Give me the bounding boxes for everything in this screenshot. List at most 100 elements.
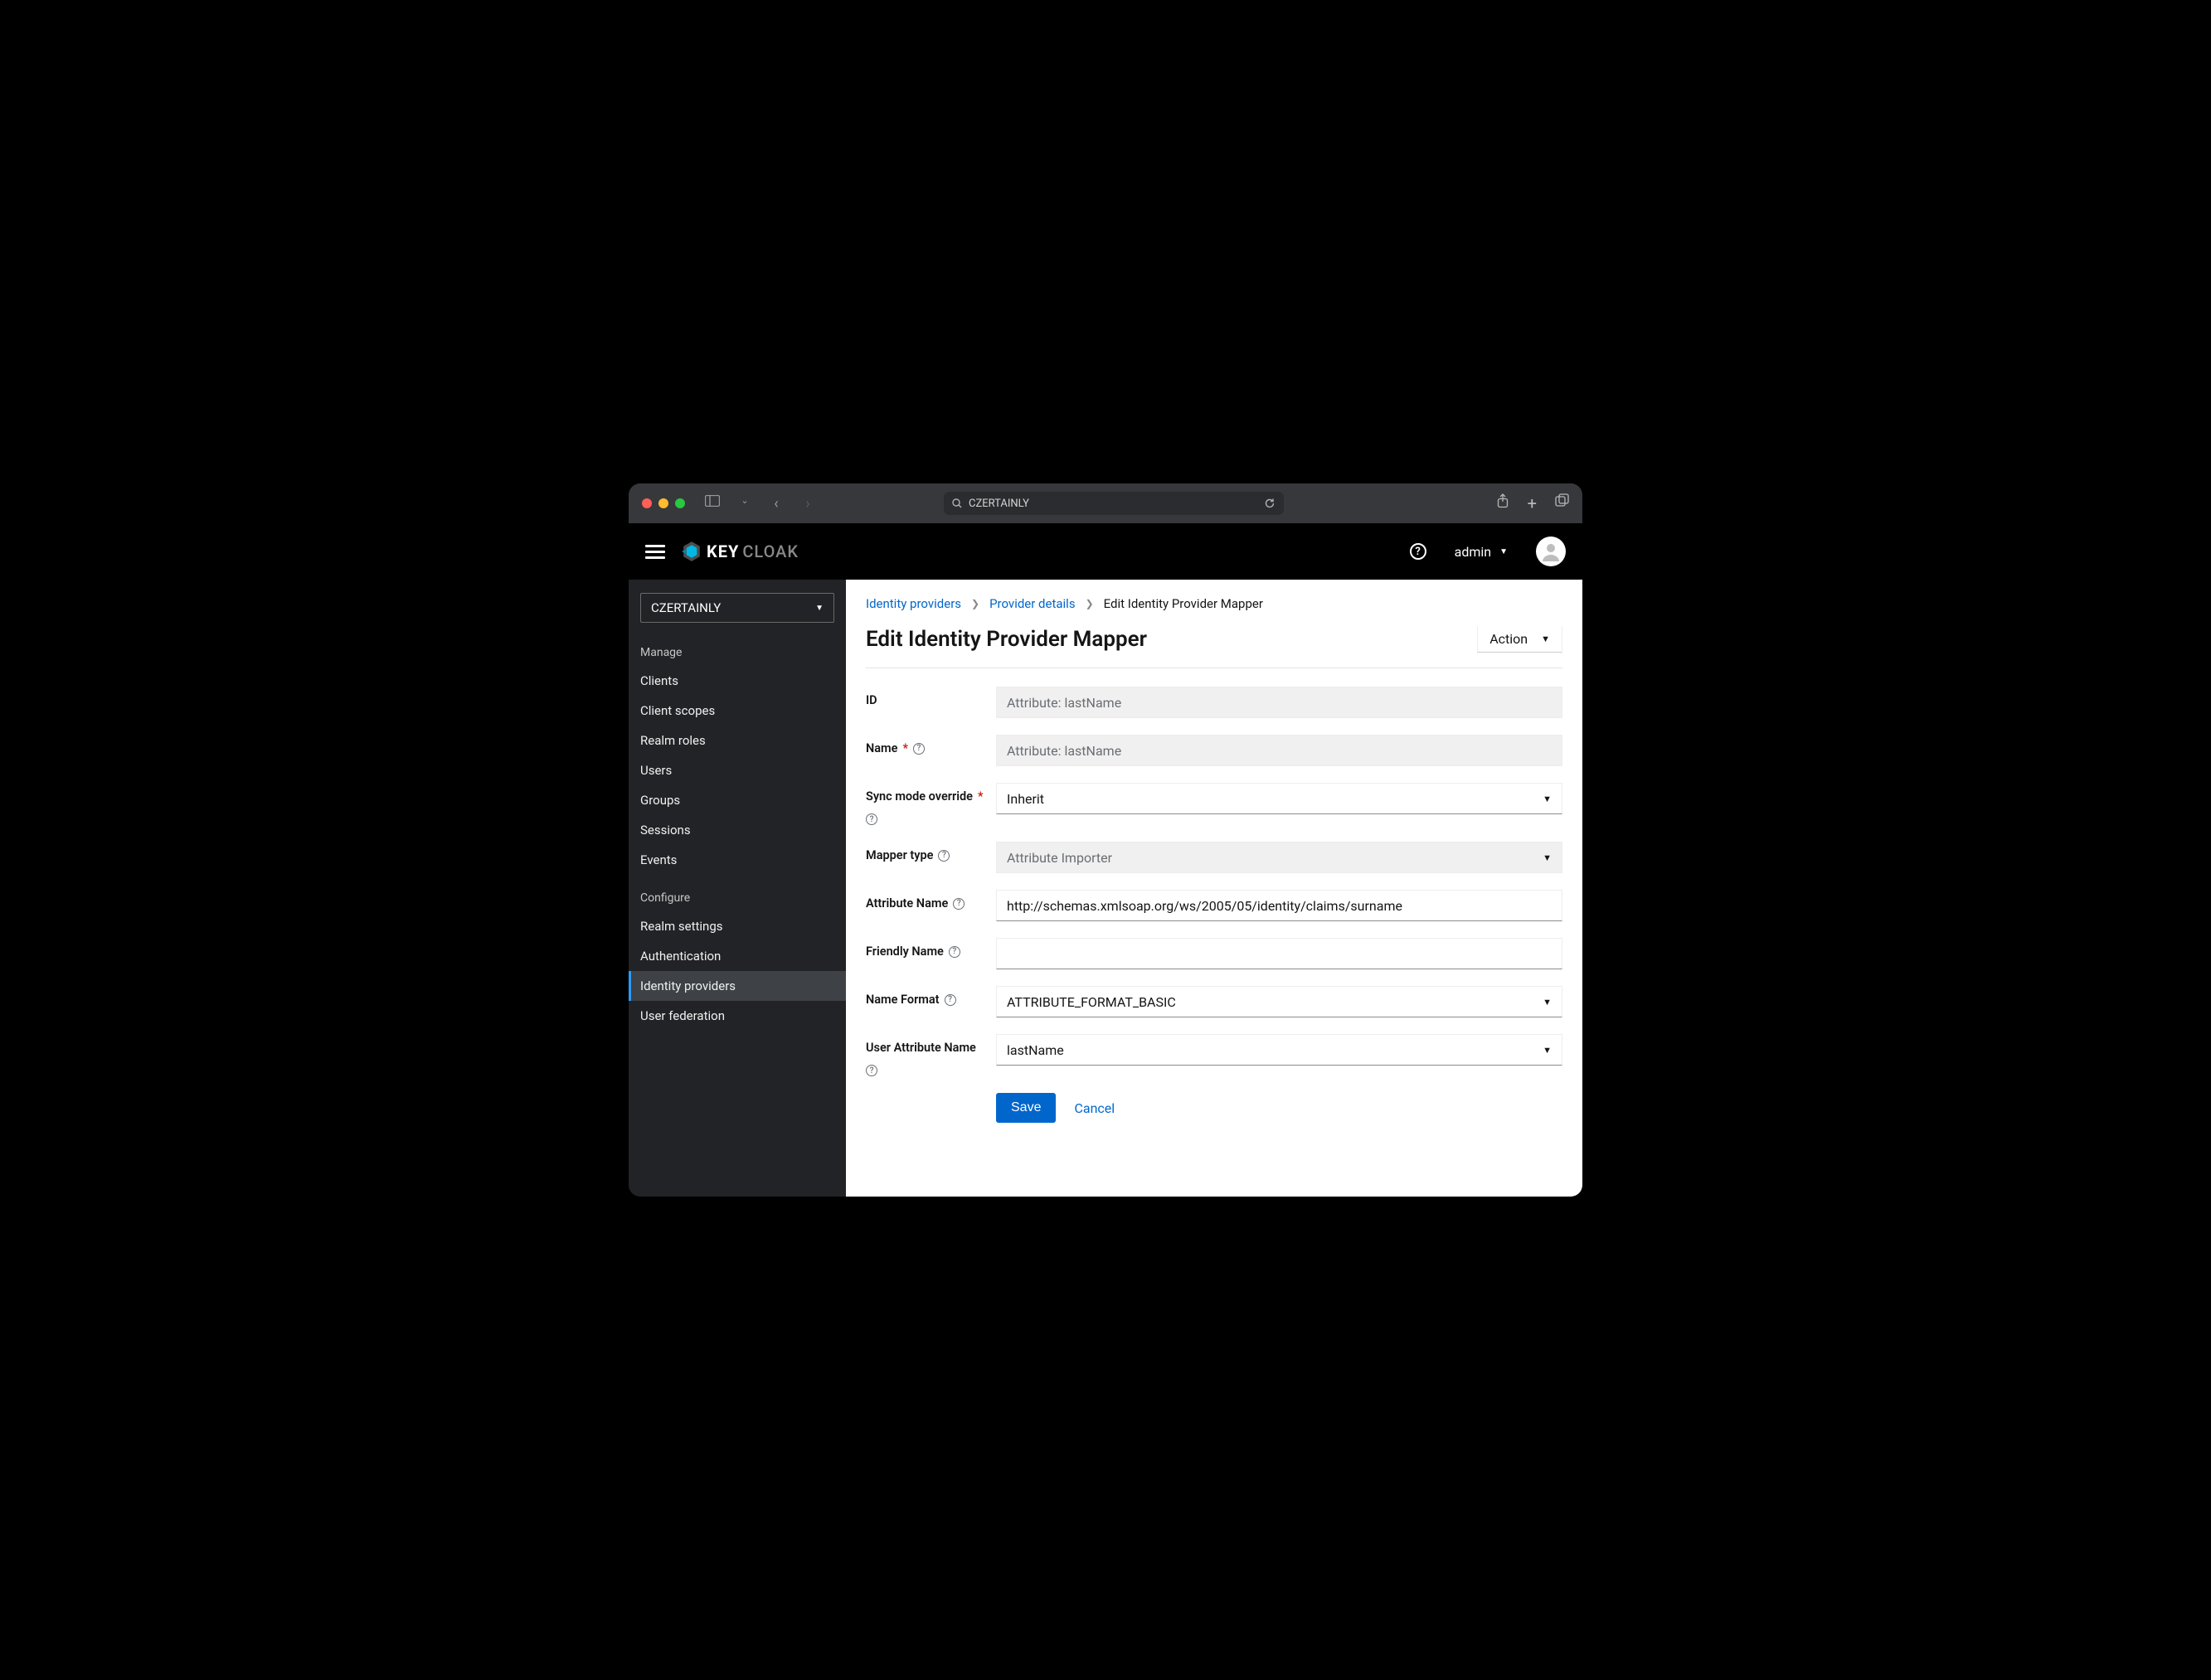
label-text: ID [866, 693, 877, 707]
logo-text-1: KEY [707, 541, 739, 561]
name-field [996, 735, 1562, 766]
label-text: Sync mode override [866, 789, 973, 804]
label-text: Friendly Name [866, 944, 944, 959]
required-marker: * [978, 789, 984, 804]
help-icon[interactable]: ? [949, 946, 960, 958]
save-button[interactable]: Save [996, 1093, 1056, 1123]
friendly-name-field[interactable] [996, 938, 1562, 969]
select-value: Inherit [1007, 791, 1044, 807]
help-icon[interactable]: ? [1410, 543, 1426, 560]
id-field [996, 687, 1562, 718]
browser-window: ⌄ ‹ › CZERTAINLY + [629, 483, 1582, 1197]
sidebar-item-events[interactable]: Events [629, 845, 846, 875]
page-title: Edit Identity Provider Mapper [866, 627, 1147, 652]
chevron-right-icon: ❯ [971, 598, 979, 609]
help-icon[interactable]: ? [953, 898, 965, 910]
attribute-name-field[interactable] [996, 890, 1562, 921]
logo[interactable]: KEYCLOAK [680, 540, 799, 563]
sidebar-item-realm-roles[interactable]: Realm roles [629, 726, 846, 755]
user-attribute-name-select[interactable]: lastName ▼ [996, 1034, 1562, 1066]
row-name: Name * ? [866, 735, 1562, 766]
select-value: lastName [1007, 1042, 1064, 1058]
chevron-down-icon[interactable]: ⌄ [736, 495, 753, 512]
caret-down-icon: ▼ [1499, 547, 1508, 556]
row-user-attribute-name: User Attribute Name ? lastName ▼ [866, 1034, 1562, 1076]
page-head: Edit Identity Provider Mapper Action ▼ [866, 626, 1562, 653]
sidebar-item-identity-providers[interactable]: Identity providers [629, 971, 846, 1001]
sidebar-item-label: Realm settings [640, 919, 723, 934]
reload-icon[interactable] [1264, 498, 1276, 509]
select-value: Attribute Importer [1007, 850, 1112, 866]
row-name-format: Name Format ? ATTRIBUTE_FORMAT_BASIC ▼ [866, 986, 1562, 1017]
menu-toggle-button[interactable] [645, 545, 665, 559]
sidebar-item-users[interactable]: Users [629, 755, 846, 785]
sidebar-item-label: Identity providers [640, 978, 736, 993]
tabs-icon[interactable] [1555, 493, 1569, 513]
close-window-button[interactable] [642, 498, 652, 508]
logo-text-2: CLOAK [742, 541, 799, 561]
sidebar-item-label: Groups [640, 793, 680, 808]
breadcrumb: Identity providers ❯ Provider details ❯ … [866, 596, 1562, 611]
caret-down-icon: ▼ [1543, 852, 1552, 863]
help-icon[interactable]: ? [945, 994, 956, 1006]
label-sync-mode: Sync mode override * ? [866, 783, 996, 825]
label-text: Attribute Name [866, 896, 948, 910]
help-icon[interactable]: ? [866, 813, 877, 825]
section-manage-label: Manage [629, 629, 846, 666]
realm-name: CZERTAINLY [651, 600, 721, 615]
sidebar-item-label: Clients [640, 673, 678, 688]
sidebar-item-sessions[interactable]: Sessions [629, 815, 846, 845]
label-mapper-type: Mapper type ? [866, 842, 996, 862]
sidebar-item-label: Authentication [640, 949, 721, 964]
breadcrumb-current: Edit Identity Provider Mapper [1104, 596, 1263, 611]
user-menu[interactable]: admin ▼ [1455, 544, 1508, 560]
new-tab-icon[interactable]: + [1528, 493, 1537, 513]
main-content: Identity providers ❯ Provider details ❯ … [846, 580, 1582, 1197]
maximize-window-button[interactable] [675, 498, 685, 508]
cancel-button[interactable]: Cancel [1074, 1100, 1115, 1116]
sidebar-item-label: Users [640, 763, 672, 778]
mapper-type-select[interactable]: Attribute Importer ▼ [996, 842, 1562, 873]
sidebar-item-label: Client scopes [640, 703, 715, 718]
action-menu[interactable]: Action ▼ [1477, 626, 1562, 653]
select-value: ATTRIBUTE_FORMAT_BASIC [1007, 994, 1176, 1010]
forward-button[interactable]: › [799, 495, 816, 512]
section-configure-label: Configure [629, 875, 846, 911]
sidebar-item-authentication[interactable]: Authentication [629, 941, 846, 971]
row-mapper-type: Mapper type ? Attribute Importer ▼ [866, 842, 1562, 873]
sidebar-item-user-federation[interactable]: User federation [629, 1001, 846, 1031]
caret-down-icon: ▼ [815, 604, 824, 613]
sidebar-item-label: User federation [640, 1008, 725, 1023]
name-format-select[interactable]: ATTRIBUTE_FORMAT_BASIC ▼ [996, 986, 1562, 1017]
sidebar: CZERTAINLY ▼ Manage Clients Client scope… [629, 580, 846, 1197]
app-body: CZERTAINLY ▼ Manage Clients Client scope… [629, 580, 1582, 1197]
sidebar-toggle-icon[interactable] [705, 495, 722, 512]
breadcrumb-link-identity-providers[interactable]: Identity providers [866, 596, 961, 611]
label-name: Name * ? [866, 735, 996, 755]
share-icon[interactable] [1496, 493, 1509, 513]
caret-down-icon: ▼ [1543, 1045, 1552, 1056]
label-id: ID [866, 687, 996, 707]
url-bar[interactable]: CZERTAINLY [944, 492, 1284, 515]
back-button[interactable]: ‹ [768, 495, 785, 512]
app-header: KEYCLOAK ? admin ▼ [629, 523, 1582, 580]
avatar[interactable] [1536, 537, 1566, 566]
help-icon[interactable]: ? [913, 743, 925, 755]
help-icon[interactable]: ? [938, 850, 950, 862]
sidebar-item-realm-settings[interactable]: Realm settings [629, 911, 846, 941]
url-text: CZERTAINLY [969, 498, 1029, 510]
realm-selector[interactable]: CZERTAINLY ▼ [640, 593, 834, 623]
help-icon[interactable]: ? [866, 1065, 877, 1076]
sidebar-item-groups[interactable]: Groups [629, 785, 846, 815]
search-icon [952, 498, 962, 508]
sync-mode-select[interactable]: Inherit ▼ [996, 783, 1562, 814]
row-friendly-name: Friendly Name ? [866, 938, 1562, 969]
label-attribute-name: Attribute Name ? [866, 890, 996, 910]
titlebar: ⌄ ‹ › CZERTAINLY + [629, 483, 1582, 523]
breadcrumb-link-provider-details[interactable]: Provider details [989, 596, 1076, 611]
sidebar-item-clients[interactable]: Clients [629, 666, 846, 696]
action-menu-label: Action [1489, 631, 1528, 647]
button-row: Save Cancel [996, 1093, 1562, 1123]
minimize-window-button[interactable] [658, 498, 668, 508]
sidebar-item-client-scopes[interactable]: Client scopes [629, 696, 846, 726]
